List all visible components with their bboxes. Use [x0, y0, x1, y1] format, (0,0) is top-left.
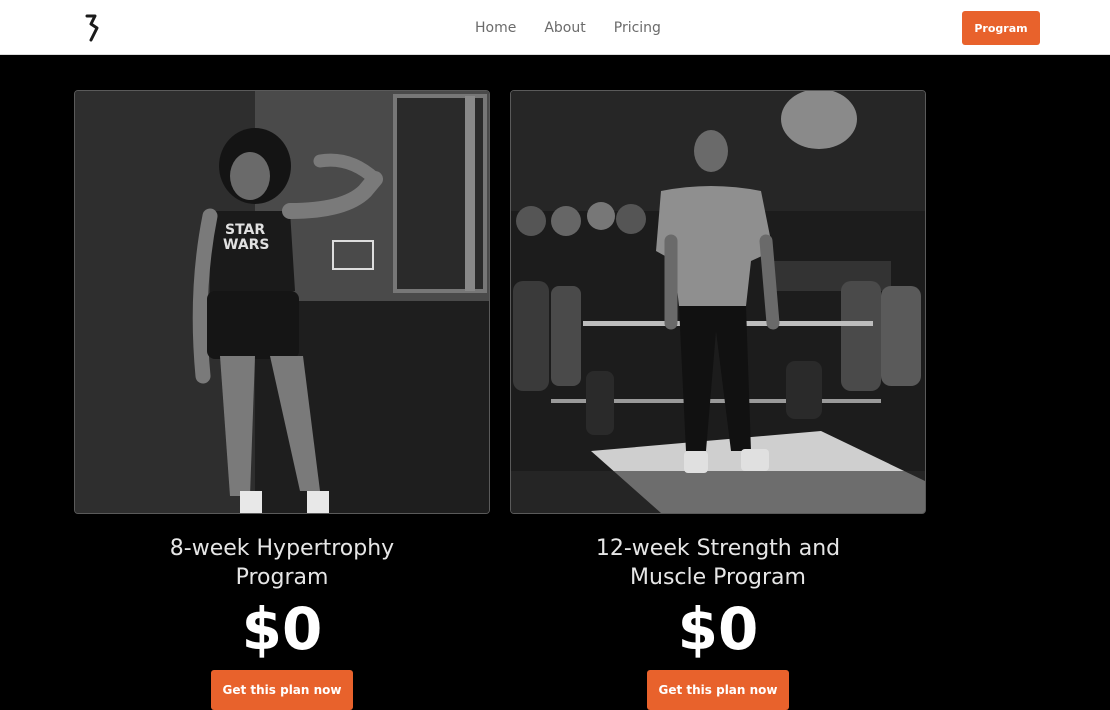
athlete-deadlift-photo — [510, 90, 926, 514]
plan-price: $0 — [677, 595, 759, 663]
program-button[interactable]: Program — [962, 11, 1040, 45]
plan-card-strength: 12-week Strength and Muscle Program $0 G… — [510, 90, 926, 710]
athlete-flex-photo: STAR WARS — [74, 90, 490, 514]
nav-link-home[interactable]: Home — [475, 19, 516, 37]
plan-price: $0 — [241, 595, 323, 663]
plan-title: 12-week Strength and Muscle Program — [595, 536, 841, 590]
get-plan-button[interactable]: Get this plan now — [647, 670, 789, 710]
nav-link-pricing[interactable]: Pricing — [614, 19, 661, 37]
plan-title: 8-week Hypertrophy Program — [169, 536, 395, 590]
main-nav: Home About Pricing — [475, 19, 661, 37]
nav-link-about[interactable]: About — [544, 19, 585, 37]
get-plan-button[interactable]: Get this plan now — [211, 670, 353, 710]
svg-text:STAR: STAR — [225, 222, 265, 238]
plan-card-hypertrophy: STAR WARS 8-week Hypertrophy Program $0 … — [74, 90, 490, 710]
svg-text:WARS: WARS — [223, 237, 270, 253]
brand-logo-icon[interactable] — [83, 13, 103, 43]
top-navbar: Home About Pricing Program — [0, 0, 1110, 55]
